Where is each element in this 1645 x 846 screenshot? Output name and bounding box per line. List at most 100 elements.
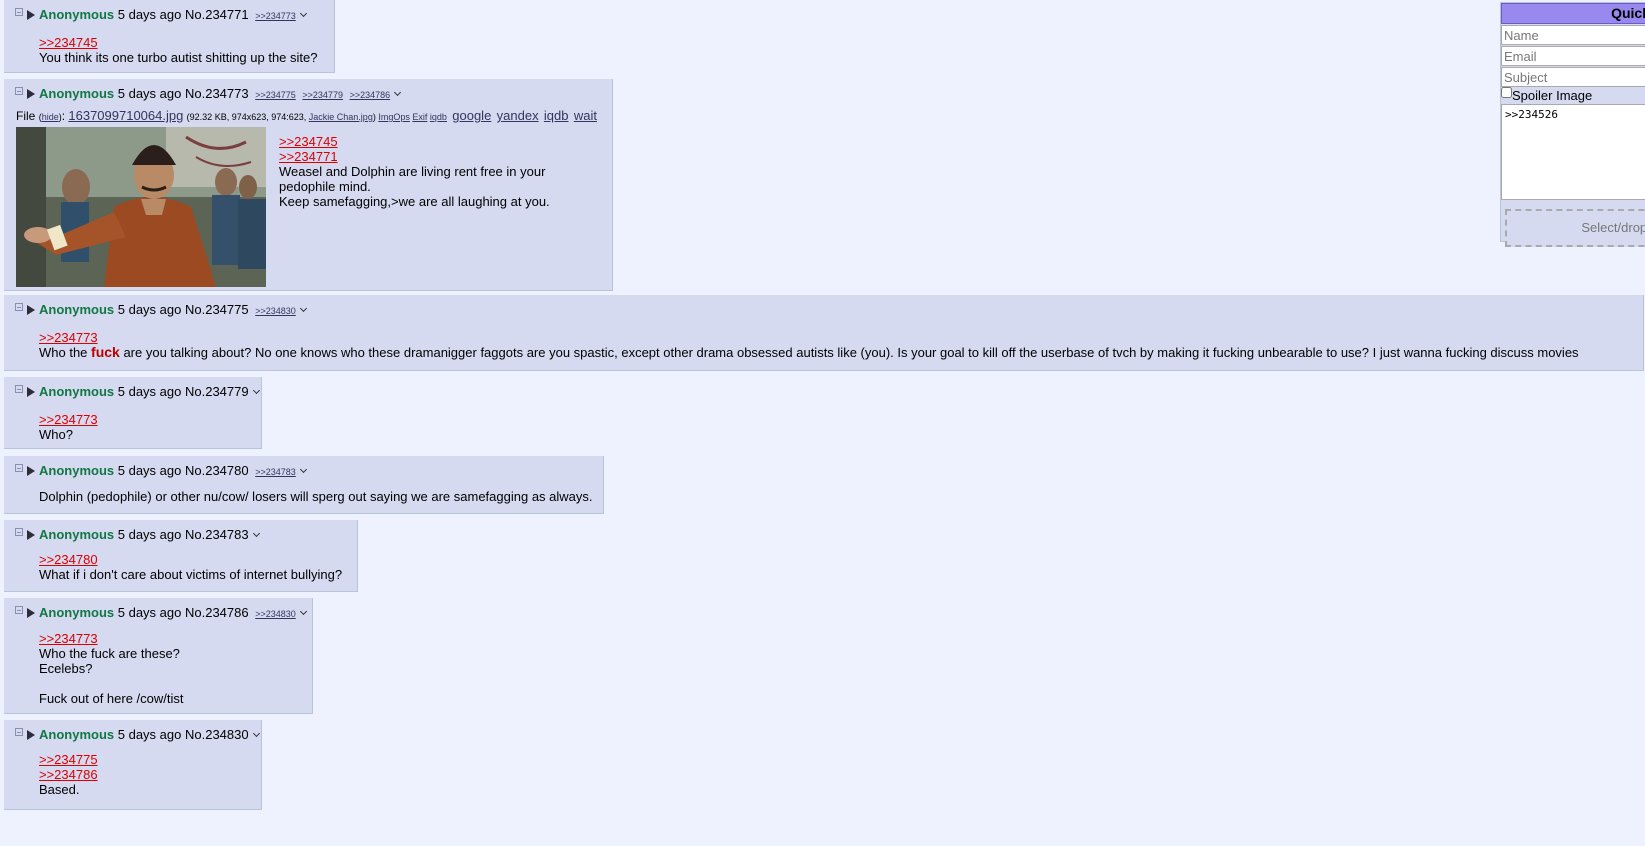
wait-link[interactable]: wait [574, 108, 597, 123]
chevron-down-icon[interactable] [252, 729, 260, 738]
post-text-line: Who? [39, 427, 73, 442]
email-field[interactable] [1501, 46, 1645, 66]
quote-link[interactable]: >>234780 [39, 552, 342, 567]
hide-post-icon[interactable] [15, 385, 23, 393]
comment-field[interactable] [1501, 104, 1645, 200]
post: Anonymous 5 days ago No.234786 >>234830 … [4, 598, 313, 714]
post-number[interactable]: No.234830 [185, 727, 249, 742]
text-segment: Who the [39, 345, 92, 360]
post-menu-arrow-icon[interactable] [27, 9, 35, 20]
post-message: >>234745 You think its one turbo autist … [39, 35, 317, 65]
post-text-line: Weasel and Dolphin are living rent free … [279, 164, 546, 179]
file-drop-zone[interactable]: Select/drop/p [1505, 209, 1645, 247]
post-menu-arrow-icon[interactable] [27, 88, 35, 99]
quote-link[interactable]: >>234745 [39, 35, 317, 50]
backlink[interactable]: >>234830 [255, 609, 296, 619]
chevron-down-icon[interactable] [252, 386, 260, 395]
chevron-down-icon[interactable] [252, 529, 260, 538]
post: Anonymous 5 days ago No.234830 >>234775 … [4, 720, 262, 810]
post-menu-arrow-icon[interactable] [27, 465, 35, 476]
hide-post-icon[interactable] [15, 528, 23, 536]
file-original-name[interactable]: Jackie Chan.jpg [309, 112, 373, 122]
backlink[interactable]: >>234786 [350, 90, 391, 100]
text-segment: are you talking about? No one knows who … [119, 345, 1579, 360]
post-message: >>234773 Who? [39, 412, 98, 442]
post-number[interactable]: No.234783 [185, 527, 249, 542]
post-header: Anonymous 5 days ago No.234779 [15, 384, 260, 399]
post: Anonymous 5 days ago No.234771 >>234773 … [4, 0, 335, 73]
iqdb-small-link[interactable]: iqdb [430, 112, 447, 122]
post-text-line: Keep samefagging,>we are all laughing at… [279, 194, 550, 209]
chevron-down-icon[interactable] [299, 465, 307, 474]
post-number[interactable]: No.234775 [185, 302, 249, 317]
post-text-line: Based. [39, 782, 80, 797]
post-message: >>234775 >>234786 Based. [39, 752, 98, 797]
subject-field[interactable] [1501, 67, 1645, 87]
quote-link[interactable]: >>234773 [39, 330, 1579, 345]
exif-link[interactable]: Exif [412, 112, 427, 122]
post-number[interactable]: No.234780 [185, 463, 249, 478]
post-number[interactable]: No.234779 [185, 384, 249, 399]
iqdb-link[interactable]: iqdb [544, 108, 569, 123]
post-text-line: Fuck out of here /cow/tist [39, 691, 184, 706]
spoiler-checkbox[interactable] [1501, 87, 1512, 98]
post-image-thumbnail[interactable] [16, 127, 266, 287]
post-number[interactable]: No.234773 [185, 86, 249, 101]
post-header: Anonymous 5 days ago No.234830 [15, 727, 260, 742]
hide-file-link[interactable]: hide [42, 112, 59, 122]
quote-link[interactable]: >>234745 [279, 134, 550, 149]
post-time: 5 days ago [117, 605, 182, 620]
backlink[interactable]: >>234775 [255, 90, 296, 100]
chevron-down-icon[interactable] [299, 9, 307, 18]
hide-post-icon[interactable] [15, 87, 23, 95]
post-text-line: Who the fuck are these? [39, 646, 180, 661]
chevron-down-icon[interactable] [299, 607, 307, 616]
quote-link[interactable]: >>234771 [279, 149, 550, 164]
post-time: 5 days ago [117, 527, 182, 542]
post-header: Anonymous 5 days ago No.234775 >>234830 [15, 302, 307, 319]
hide-post-icon[interactable] [15, 8, 23, 16]
chevron-down-icon[interactable] [299, 304, 307, 313]
backlink[interactable]: >>234779 [302, 90, 343, 100]
quote-link[interactable]: >>234773 [39, 631, 184, 646]
post-text-line: You think its one turbo autist shitting … [39, 50, 318, 65]
file-label: File [16, 109, 36, 123]
poster-name: Anonymous [39, 727, 115, 742]
post: Anonymous 5 days ago No.234780 >>234783 … [4, 456, 604, 514]
hide-post-icon[interactable] [15, 606, 23, 614]
post-menu-arrow-icon[interactable] [27, 529, 35, 540]
google-link[interactable]: google [452, 108, 491, 123]
backlink[interactable]: >>234830 [255, 306, 296, 316]
yandex-link[interactable]: yandex [497, 108, 539, 123]
post: Anonymous 5 days ago No.234779 >>234773 … [4, 377, 262, 449]
hide-post-icon[interactable] [15, 464, 23, 472]
post-message: >>234745 >>234771 Weasel and Dolphin are… [279, 134, 550, 209]
hide-post-icon[interactable] [15, 303, 23, 311]
post-menu-arrow-icon[interactable] [27, 729, 35, 740]
chevron-down-icon[interactable] [394, 88, 402, 97]
backlink[interactable]: >>234783 [255, 467, 296, 477]
post-header: Anonymous 5 days ago No.234780 >>234783 [15, 463, 307, 480]
post-menu-arrow-icon[interactable] [27, 304, 35, 315]
post-time: 5 days ago [117, 727, 182, 742]
post-number[interactable]: No.234786 [185, 605, 249, 620]
post: Anonymous 5 days ago No.234775 >>234830 … [4, 295, 1644, 371]
backlink[interactable]: >>234773 [255, 11, 296, 21]
file-info: File (hide): 1637099710064.jpg (92.32 KB… [16, 108, 597, 123]
file-meta-close: ) [372, 112, 376, 122]
file-name-link[interactable]: 1637099710064.jpg [68, 108, 183, 123]
name-field[interactable] [1501, 25, 1645, 45]
post-menu-arrow-icon[interactable] [27, 386, 35, 397]
quick-reply-title[interactable]: Quick [1501, 3, 1645, 24]
post-menu-arrow-icon[interactable] [27, 607, 35, 618]
post-number[interactable]: No.234771 [185, 7, 249, 22]
imgops-link[interactable]: ImgOps [378, 112, 410, 122]
filtered-word: fuck [91, 344, 120, 360]
quote-link[interactable]: >>234786 [39, 767, 98, 782]
poster-name: Anonymous [39, 86, 115, 101]
post-text-line [39, 676, 184, 691]
hide-post-icon[interactable] [15, 728, 23, 736]
quote-link[interactable]: >>234775 [39, 752, 98, 767]
quote-link[interactable]: >>234773 [39, 412, 98, 427]
spoiler-label: Spoiler Image [1512, 88, 1593, 103]
